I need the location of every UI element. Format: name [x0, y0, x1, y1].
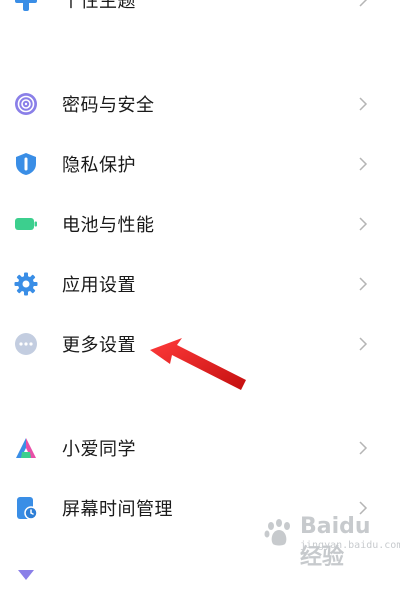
chevron-right-icon	[359, 0, 368, 7]
chevron-right-icon	[359, 217, 368, 231]
settings-item-app-settings[interactable]: 应用设置	[0, 254, 400, 314]
chevron-right-icon	[359, 441, 368, 455]
settings-item-label: 电池与性能	[62, 215, 155, 236]
settings-item-battery-performance[interactable]: 电池与性能	[0, 194, 400, 254]
settings-item-label: 屏幕时间管理	[62, 499, 173, 520]
baidu-watermark: Baidu经验 jingyan.baidu.com	[262, 510, 400, 570]
settings-item-xiaoai[interactable]: 小爱同学	[0, 418, 400, 478]
xiaoai-icon	[14, 436, 38, 460]
paw-logo-icon	[264, 519, 290, 546]
chevron-right-icon	[359, 277, 368, 291]
settings-item-label: 应用设置	[62, 275, 136, 296]
settings-item-more-settings[interactable]: 更多设置	[0, 314, 400, 374]
settings-item-label: 小爱同学	[62, 439, 136, 460]
plus-icon	[14, 0, 38, 12]
chevron-right-icon	[359, 157, 368, 171]
more-dots-icon	[14, 332, 38, 356]
chevron-right-icon	[359, 337, 368, 351]
settings-item-privacy[interactable]: 隐私保护	[0, 134, 400, 194]
settings-item-theme[interactable]: 个性主题	[0, 0, 400, 30]
settings-item-password-security[interactable]: 密码与安全	[0, 74, 400, 134]
chevron-right-icon	[359, 97, 368, 111]
watermark-url: jingyan.baidu.com	[300, 540, 400, 551]
battery-icon	[14, 212, 38, 236]
settings-item-label: 密码与安全	[62, 95, 155, 116]
screen-time-icon	[14, 496, 38, 520]
settings-item-label: 个性主题	[62, 0, 136, 12]
settings-item-label: 更多设置	[62, 335, 136, 356]
gear-icon	[14, 272, 38, 296]
shield-icon	[14, 152, 38, 176]
fingerprint-icon	[14, 92, 38, 116]
settings-item-label: 隐私保护	[62, 155, 136, 176]
